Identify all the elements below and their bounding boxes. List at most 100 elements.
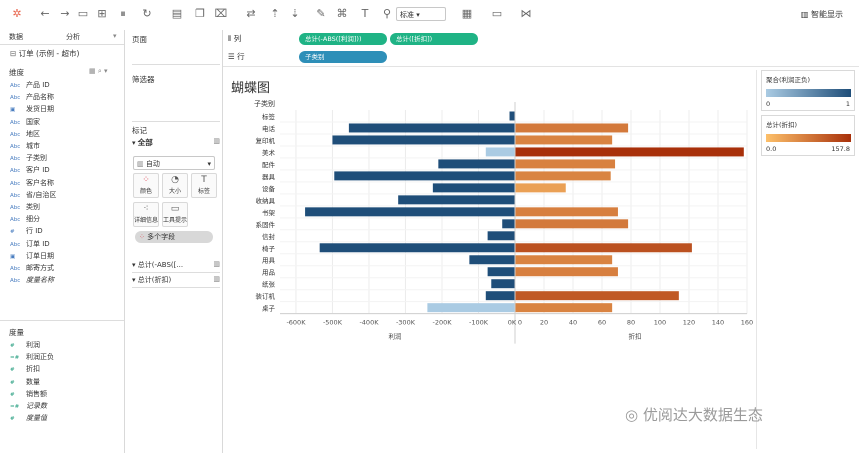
profit-bar — [319, 243, 515, 253]
discount-bar — [515, 291, 679, 301]
dimension-field[interactable]: Abc 产品名称 — [10, 92, 54, 102]
dimension-field[interactable]: # 行 ID — [10, 226, 43, 236]
new-sheet-icon[interactable]: ▤ — [170, 7, 184, 21]
label-icon[interactable]: T — [358, 7, 372, 21]
profit-bar — [332, 135, 515, 145]
dimension-field[interactable]: Abc 客户名称 — [10, 178, 54, 188]
dimension-field[interactable]: Abc 类别 — [10, 202, 40, 212]
rows-pill-subcategory[interactable]: 子类别 — [299, 51, 387, 63]
string-type-icon: Abc — [10, 180, 21, 187]
number-type-icon: # — [10, 391, 15, 398]
redo-icon[interactable]: → — [58, 7, 72, 21]
dimension-field[interactable]: ▣ 发货日期 — [10, 104, 54, 114]
chevron-down-icon[interactable]: ▾ — [113, 32, 117, 40]
marks-section-discount[interactable]: ▾ 总计(折扣) ▥ — [132, 275, 220, 288]
dimension-field[interactable]: Abc 地区 — [10, 129, 40, 139]
calendar-type-icon: ▣ — [10, 107, 16, 114]
sort-asc-icon[interactable]: ⇡ — [268, 7, 282, 21]
discount-tick-label: 60 — [598, 319, 606, 327]
datasource-item[interactable]: ⊟ 订单 (示例 - 超市) — [10, 48, 79, 59]
marks-all-row[interactable]: ▾ 全部 ▥ — [132, 137, 220, 151]
dimension-field[interactable]: Abc 国家 — [10, 117, 40, 127]
save-icon[interactable]: ▭ — [76, 7, 90, 21]
measure-field[interactable]: # 数量 — [10, 377, 40, 387]
profit-tick-label: -400K — [359, 319, 379, 327]
mark-label-button[interactable]: T 标签 — [191, 173, 217, 198]
mark-type-select[interactable]: ▥ 自动 ▾ — [133, 156, 215, 170]
pause-icon[interactable]: ⏸ — [116, 7, 130, 21]
filters-card[interactable]: 筛选器 — [132, 70, 220, 122]
new-datasource-icon[interactable]: ⊞ — [95, 7, 109, 21]
clear-sheet-icon[interactable]: ⌧ — [214, 7, 228, 21]
presentation-icon[interactable]: ▭ — [490, 7, 504, 21]
profit-bar — [509, 111, 515, 121]
dimension-field[interactable]: Abc 产品 ID — [10, 80, 50, 90]
discount-legend[interactable]: 总计(折扣) 0.0 157.8 — [761, 115, 855, 156]
refresh-icon[interactable]: ↻ — [140, 7, 154, 21]
rows-shelf[interactable]: ☰ 行 子类别 — [223, 48, 859, 67]
category-label: 书架 — [262, 208, 276, 217]
smart-show-button[interactable]: ▥ 智能显示 — [801, 9, 843, 20]
profit-bar — [485, 147, 515, 157]
pin-icon[interactable]: ⚲ — [380, 7, 394, 21]
profit-bar — [469, 255, 515, 265]
dimension-field[interactable]: Abc 邮寄方式 — [10, 263, 54, 273]
tab-analysis[interactable]: 分析 — [66, 32, 80, 42]
profit-tick-label: -600K — [286, 319, 306, 327]
string-type-icon: Abc — [10, 168, 21, 175]
highlight-icon[interactable]: ✎ — [314, 7, 328, 21]
columns-pill-profit[interactable]: 总计(-ABS([利润])) — [299, 33, 387, 45]
measure-field[interactable]: # 销售额 — [10, 389, 47, 399]
discount-tick-label: 20 — [540, 319, 548, 327]
fit-select[interactable]: 标准 ▾ — [396, 7, 446, 21]
pages-card[interactable]: 页面 — [132, 30, 220, 65]
multi-field-pill[interactable]: ⁘ 多个字段 — [135, 231, 213, 243]
marks-all-label: 全部 — [137, 138, 153, 147]
field-label: 折扣 — [26, 365, 40, 374]
profit-bar — [491, 279, 515, 289]
duplicate-sheet-icon[interactable]: ❐ — [193, 7, 207, 21]
mark-tooltip-button[interactable]: ▭ 工具提示 — [162, 202, 188, 227]
measure-field[interactable]: # 度量值 — [10, 413, 47, 423]
rows-label-text: 行 — [237, 52, 245, 61]
mark-color-button[interactable]: ⁘ 颜色 — [133, 173, 159, 198]
search-icon[interactable]: ▦ ⌕ ▾ — [89, 67, 108, 76]
tab-data[interactable]: 数据 — [9, 32, 23, 42]
swap-icon[interactable]: ⇄ — [244, 7, 258, 21]
sort-desc-icon[interactable]: ⇣ — [288, 7, 302, 21]
measure-field[interactable]: # 利润 — [10, 340, 40, 350]
tableau-logo-icon[interactable]: ✲ — [10, 7, 24, 21]
dimension-field[interactable]: Abc 细分 — [10, 214, 40, 224]
marks-section-profit[interactable]: ▾ 总计(-ABS([... ▥ — [132, 260, 220, 273]
dimension-field[interactable]: Abc 订单 ID — [10, 239, 50, 249]
dimension-field[interactable]: ▣ 订单日期 — [10, 251, 54, 261]
share-icon[interactable]: ⋈ — [519, 7, 533, 21]
measure-field[interactable]: =# 记录数 — [10, 401, 47, 411]
group-icon[interactable]: ⌘ — [335, 7, 349, 21]
undo-icon[interactable]: ← — [38, 7, 52, 21]
field-label: 利润正负 — [26, 353, 54, 362]
profit-tick-label: -200K — [432, 319, 452, 327]
mark-size-button[interactable]: ◔ 大小 — [162, 173, 188, 198]
fit-icon[interactable]: ▦ — [460, 7, 474, 21]
mark-detail-button[interactable]: ⁖ 详细信息 — [133, 202, 159, 227]
columns-pill-discount[interactable]: 总计([折扣]) — [390, 33, 478, 45]
discount-legend-ramp — [766, 134, 851, 142]
data-pane: 数据 分析 ▾ ⊟ 订单 (示例 - 超市) 维度 ▦ ⌕ ▾ Abc 产品 ID… — [0, 30, 125, 453]
string-type-icon: Abc — [10, 205, 21, 211]
dimension-field[interactable]: Abc 子类别 — [10, 153, 47, 163]
dimension-field[interactable]: Abc 城市 — [10, 141, 40, 151]
marks-section-discount-label: 总计(折扣) — [137, 276, 172, 284]
field-label: 产品名称 — [26, 93, 54, 102]
measure-field[interactable]: =# 利润正负 — [10, 352, 54, 362]
number-type-icon: # — [10, 379, 15, 386]
dimension-field[interactable]: Abc 省/自治区 — [10, 190, 56, 200]
measure-field[interactable]: # 折扣 — [10, 364, 40, 374]
profit-axis-title: 利润 — [389, 332, 402, 341]
columns-shelf[interactable]: ⦀ 列 总计(-ABS([利润])) 总计([折扣]) — [223, 30, 859, 49]
profit-sign-legend[interactable]: 聚合(利润正负) 0 1 — [761, 70, 855, 111]
discount-tick-label: 140 — [712, 319, 724, 327]
string-type-icon: Abc — [10, 217, 21, 224]
dimension-field[interactable]: Abc 客户 ID — [10, 165, 50, 175]
dimension-field[interactable]: Abc 度量名称 — [10, 275, 54, 285]
